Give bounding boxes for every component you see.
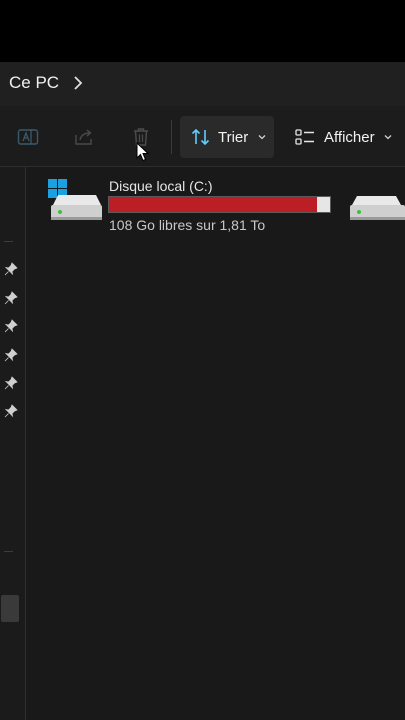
share-icon[interactable]: [73, 126, 95, 148]
sort-button[interactable]: Trier: [180, 116, 274, 158]
nav-divider: [4, 551, 13, 552]
chevron-right-icon[interactable]: [70, 75, 86, 91]
drive-usage-fill: [109, 197, 317, 212]
rename-icon[interactable]: [17, 126, 39, 148]
address-bar[interactable]: Ce PC: [0, 62, 405, 107]
chevron-down-icon: [258, 135, 266, 140]
drive-name: Disque local (C:): [109, 178, 213, 194]
chevron-down-icon: [384, 135, 392, 140]
pin-icon[interactable]: [4, 404, 18, 418]
hard-drive-icon: [350, 196, 405, 220]
nav-divider: [4, 241, 13, 242]
view-icon: [295, 129, 314, 145]
drive-usage-bar: [108, 196, 331, 213]
breadcrumb-this-pc[interactable]: Ce PC: [9, 73, 59, 93]
pin-icon[interactable]: [4, 291, 18, 305]
sort-icon: [191, 128, 210, 146]
top-black-band: [0, 0, 405, 62]
view-button[interactable]: Afficher: [286, 116, 405, 158]
pin-icon[interactable]: [4, 348, 18, 362]
mouse-cursor-icon: [136, 142, 149, 162]
sort-label: Trier: [218, 128, 249, 146]
file-view[interactable]: Disque local (C:) 108 Go libres sur 1,81…: [0, 167, 405, 720]
pin-icon[interactable]: [4, 376, 18, 390]
nav-scroll-thumb[interactable]: [1, 595, 19, 622]
command-bar: Trier Afficher: [0, 106, 405, 167]
pin-icon[interactable]: [4, 319, 18, 333]
drive-free-space: 108 Go libres sur 1,81 To: [109, 217, 266, 233]
hard-drive-windows-icon: [48, 179, 102, 220]
toolbar-separator: [171, 120, 172, 154]
pin-icon[interactable]: [4, 262, 18, 276]
view-label: Afficher: [324, 128, 375, 146]
navigation-pane[interactable]: [0, 167, 26, 720]
